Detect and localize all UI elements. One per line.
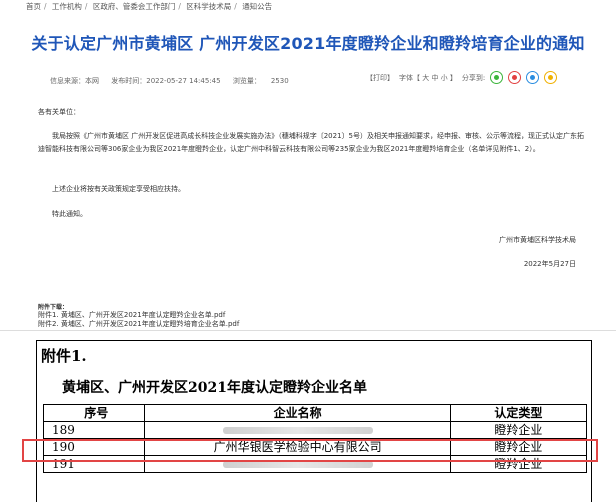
row-type: 瞪羚企业 bbox=[449, 421, 588, 439]
print-button[interactable]: 【打印】 bbox=[366, 73, 394, 83]
table-row: 189 瞪羚企业 bbox=[42, 421, 588, 439]
header-name: 企业名称 bbox=[144, 404, 451, 422]
enterprise-table: 序号 企业名称 认定类型 189 瞪羚企业 190 广州华银医学检验中心有限公司… bbox=[42, 404, 588, 473]
breadcrumb-agencies-link[interactable]: 工作机构 bbox=[52, 2, 82, 11]
row-name-redacted bbox=[144, 421, 451, 439]
breadcrumb: 首页 / 工作机构 / 区政府、管委会工作部门 / 区科学技术局 / 通知公告 bbox=[26, 2, 273, 11]
views-count: 2530 bbox=[270, 77, 289, 85]
body-paragraph-2: 上述企业将按有关政策规定享受相应扶持。 bbox=[52, 185, 185, 193]
article-meta: 信息来源：本网 发布时间：2022-05-27 14:45:45 浏览量： 253… bbox=[50, 76, 299, 86]
qq-share-icon[interactable] bbox=[526, 71, 540, 84]
header-type: 认定类型 bbox=[449, 404, 588, 422]
wechat-share-icon[interactable] bbox=[490, 71, 504, 84]
breadcrumb-departments-link[interactable]: 区政府、管委会工作部门 bbox=[93, 2, 176, 11]
issue-date: 2022年5月27日 bbox=[523, 260, 576, 268]
row-number: 191 bbox=[42, 455, 146, 473]
article-panel: 首页 / 工作机构 / 区政府、管委会工作部门 / 区科学技术局 / 通知公告 关于认定… bbox=[0, 0, 616, 330]
article-tools: 【打印】 字体【 大 中 小 】 分享到: bbox=[366, 71, 558, 84]
salutation: 各有关单位： bbox=[38, 108, 80, 116]
body-paragraph-1: 我局按照《广州市黄埔区 广州开发区促进高成长科技企业发展实施办法》（穗埔科规字〔… bbox=[38, 132, 584, 153]
row-type: 瞪羚企业 bbox=[449, 438, 588, 456]
breadcrumb-home-link[interactable]: 首页 bbox=[26, 2, 41, 11]
breadcrumb-bureau-link[interactable]: 区科学技术局 bbox=[186, 2, 231, 11]
breadcrumb-notices-link[interactable]: 通知公告 bbox=[242, 2, 272, 11]
table-row: 191 瞪羚企业 bbox=[42, 455, 588, 473]
share-label: 分享到: bbox=[461, 73, 486, 82]
row-name-redacted bbox=[144, 455, 451, 473]
row-name: 广州华银医学检验中心有限公司 bbox=[144, 438, 451, 456]
issuing-organization: 广州市黄埔区科学技术局 bbox=[499, 236, 576, 244]
font-size-control[interactable]: 字体【 大 中 小 】 bbox=[399, 73, 457, 83]
redaction-blur bbox=[222, 461, 373, 468]
publish-time: 发布时间：2022-05-27 14:45:45 bbox=[111, 77, 221, 85]
source-label: 信息来源：本网 bbox=[50, 77, 99, 85]
article-title: 关于认定广州市黄埔区 广州开发区2021年度瞪羚企业和瞪羚培育企业的通知 bbox=[31, 34, 585, 53]
document-excerpt: 附件1. 黄埔区、广州开发区2021年度认定瞪羚企业名单 序号 企业名称 认定类… bbox=[0, 330, 616, 502]
row-number: 189 bbox=[42, 421, 146, 439]
row-number: 190 bbox=[42, 438, 146, 456]
attachment-link-2[interactable]: 附件2. 黄埔区、广州开发区2021年度认定瞪羚培育企业名单.pdf bbox=[38, 319, 239, 329]
document-page: 附件1. 黄埔区、广州开发区2021年度认定瞪羚企业名单 序号 企业名称 认定类… bbox=[36, 340, 592, 502]
body-paragraph-3: 特此通知。 bbox=[52, 210, 87, 218]
table-row-highlighted: 190 广州华银医学检验中心有限公司 瞪羚企业 bbox=[42, 438, 588, 456]
table-header-row: 序号 企业名称 认定类型 bbox=[42, 404, 588, 422]
redaction-blur bbox=[222, 427, 373, 434]
qzone-share-icon[interactable] bbox=[544, 71, 558, 84]
list-title: 黄埔区、广州开发区2021年度认定瞪羚企业名单 bbox=[62, 380, 367, 396]
attachment-label: 附件1. bbox=[41, 347, 87, 365]
row-type: 瞪羚企业 bbox=[449, 455, 588, 473]
views-label: 浏览量： bbox=[232, 77, 261, 85]
header-number: 序号 bbox=[42, 404, 146, 422]
weibo-share-icon[interactable] bbox=[508, 71, 522, 84]
